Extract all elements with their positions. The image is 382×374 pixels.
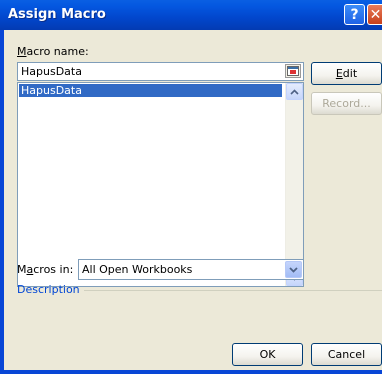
chevron-up-icon [290,88,299,95]
record-button-label: Record... [322,97,371,110]
cancel-button[interactable]: Cancel [311,343,382,366]
close-button[interactable]: ✕ [367,4,382,25]
collapse-dialog-button[interactable] [285,64,301,78]
macros-in-value: All Open Workbooks [82,263,193,276]
dropdown-arrow-button[interactable] [285,261,302,278]
close-icon: ✕ [369,6,382,23]
macro-name-label: Macro name: [17,45,89,58]
macros-in-select[interactable]: All Open Workbooks [78,259,304,280]
window-frame-bottom [0,370,382,374]
macro-name-input[interactable]: HapusData [17,62,304,81]
record-button[interactable]: Record... [311,92,382,115]
edit-button-label: Edit [335,67,358,80]
scroll-up-button[interactable] [286,83,303,100]
collapse-dialog-icon [287,66,299,76]
macros-in-label: Macros in: [17,263,74,276]
help-icon: ? [350,6,359,23]
window-title: Assign Macro [8,7,106,22]
description-label: Description [17,283,80,296]
description-divider [84,290,382,291]
help-button[interactable]: ? [344,4,365,25]
macro-list[interactable]: HapusData [17,82,304,287]
list-item[interactable]: HapusData [19,84,282,97]
cancel-button-label: Cancel [327,348,366,361]
edit-button[interactable]: Edit [311,62,382,85]
ok-button[interactable]: OK [232,343,303,366]
ok-button-label: OK [259,348,276,361]
macro-name-value: HapusData [21,65,82,78]
macro-list-scrollbar[interactable] [285,83,303,286]
chevron-down-icon [289,266,298,273]
title-bar: Assign Macro ? ✕ [0,0,382,30]
dialog-body: Macro name: HapusData HapusData Edit Rec… [4,30,382,370]
